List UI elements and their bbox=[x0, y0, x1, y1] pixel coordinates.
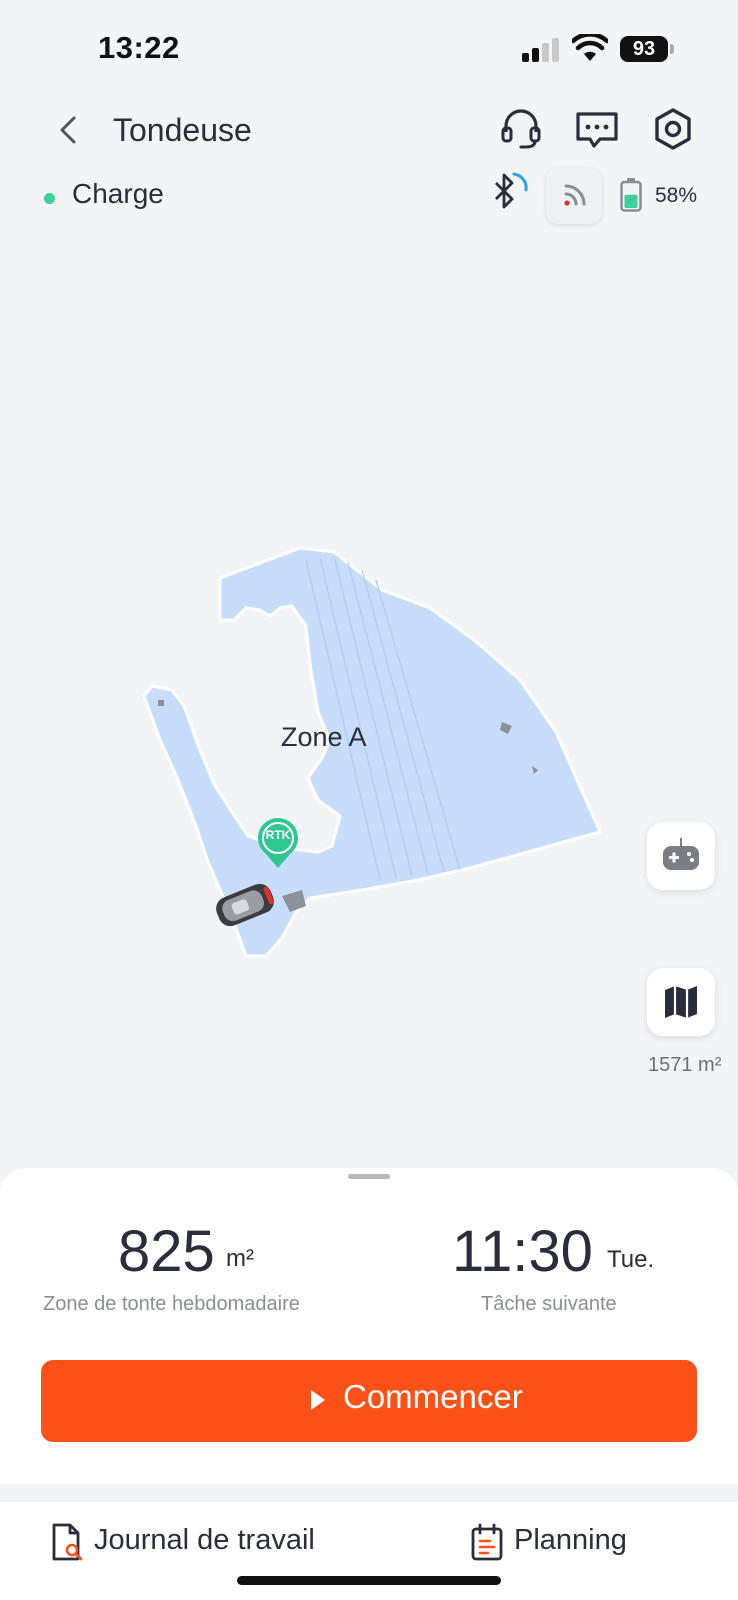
nav-planning-label: Planning bbox=[514, 1524, 627, 1556]
sheet-drag-handle[interactable] bbox=[348, 1174, 390, 1179]
home-indicator bbox=[237, 1576, 501, 1585]
next-task-time: 11:30 bbox=[452, 1219, 593, 1284]
calendar-icon bbox=[471, 1523, 503, 1561]
play-icon bbox=[311, 1390, 325, 1410]
next-task-label: Tâche suivante bbox=[481, 1293, 617, 1315]
map-icon bbox=[665, 986, 697, 1018]
start-mowing-button[interactable]: Commencer bbox=[41, 1360, 697, 1442]
bottom-nav: Journal de travail Planning bbox=[0, 1502, 738, 1600]
next-task-day: Tue. bbox=[607, 1246, 655, 1273]
rtk-station-marker[interactable]: RTK bbox=[256, 816, 300, 870]
nav-planning[interactable]: Planning bbox=[470, 1520, 640, 1564]
rtk-label: RTK bbox=[265, 828, 291, 842]
remote-control-button[interactable] bbox=[647, 822, 715, 890]
weekly-area-value: 825 bbox=[118, 1219, 215, 1284]
nav-work-log[interactable]: Journal de travail bbox=[50, 1520, 330, 1564]
weekly-area-unit: m² bbox=[226, 1245, 254, 1272]
nav-work-log-label: Journal de travail bbox=[94, 1524, 315, 1556]
zone-name-label: Zone A bbox=[281, 722, 367, 752]
mower-icon[interactable] bbox=[212, 880, 278, 930]
start-button-label: Commencer bbox=[343, 1378, 523, 1415]
document-search-icon bbox=[52, 1523, 83, 1561]
map-pin-icon bbox=[258, 818, 298, 868]
map-edit-button[interactable] bbox=[647, 968, 715, 1036]
gamepad-icon bbox=[663, 838, 699, 870]
total-map-area: 1571 m² bbox=[648, 1054, 722, 1076]
zone-map[interactable] bbox=[0, 0, 738, 1168]
weekly-area-label: Zone de tonte hebdomadaire bbox=[43, 1293, 300, 1315]
